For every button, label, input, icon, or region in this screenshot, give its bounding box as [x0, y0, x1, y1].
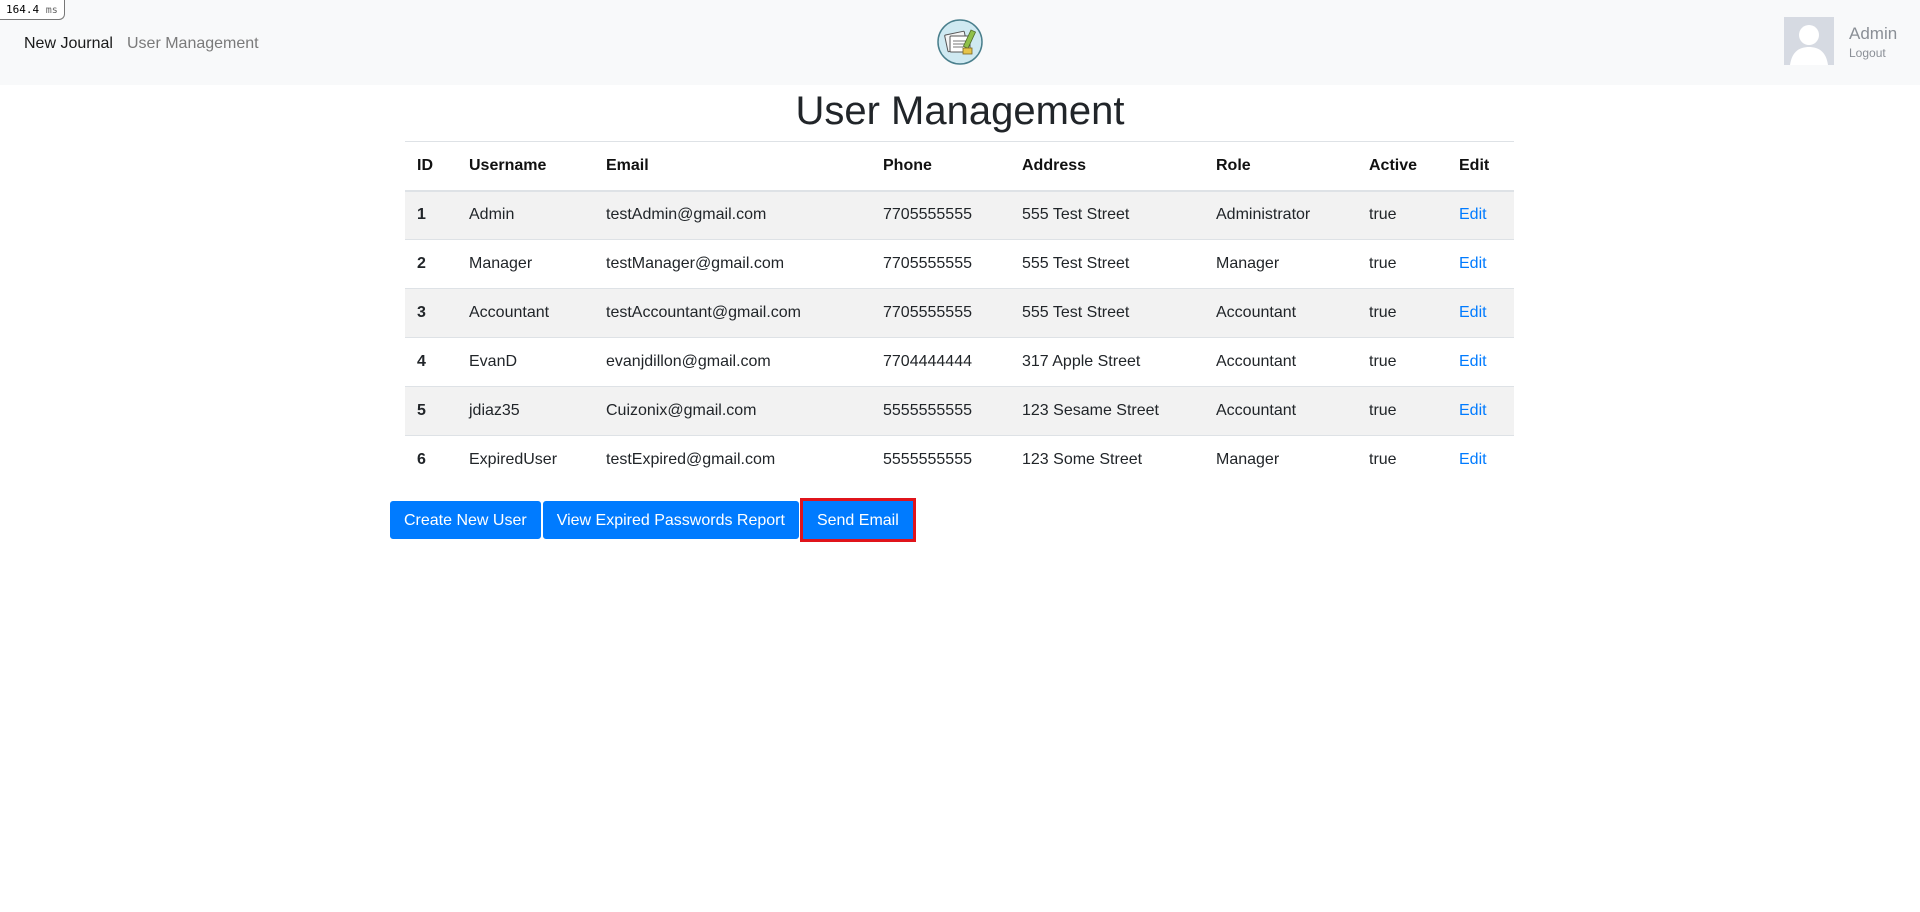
cell-role: Accountant [1216, 304, 1297, 321]
cell-email: testManager@gmail.com [606, 255, 785, 272]
column-header-phone: Phone [883, 156, 932, 174]
cell-username: Manager [469, 255, 533, 272]
cell-username: Admin [469, 206, 515, 224]
users-table: ID Username Email Phone Address Role Act… [405, 141, 1514, 485]
avatar[interactable] [1784, 17, 1834, 65]
cell-username: jdiaz35 [469, 402, 520, 419]
column-header-username: Username [469, 156, 547, 174]
cell-role: Accountant [1216, 353, 1297, 370]
cell-username: EvanD [469, 353, 518, 370]
cell-email: testAdmin@gmail.com [606, 206, 767, 224]
logout-link[interactable]: Logout [1849, 46, 1886, 60]
cell-active: true [1369, 255, 1397, 272]
edit-link[interactable]: Edit [1447, 240, 1514, 289]
journal-logo-icon[interactable] [937, 19, 983, 65]
table-row: 3 Accountant testAccountant@gmail.com 77… [405, 288, 1514, 338]
current-user-name: Admin [1849, 24, 1898, 43]
cell-role: Manager [1216, 451, 1280, 469]
performance-value: 164.4 [6, 3, 40, 16]
cell-active: true [1369, 206, 1397, 224]
cell-phone: 5555555555 [883, 451, 972, 469]
table-row: 2 Manager testManager@gmail.com 77055555… [405, 239, 1514, 289]
view-expired-passwords-report-button[interactable]: View Expired Passwords Report [542, 501, 799, 539]
cell-role: Accountant [1216, 402, 1297, 419]
cell-phone: 7705555555 [883, 304, 972, 321]
cell-phone: 7704444444 [883, 353, 972, 370]
cell-role: Administrator [1216, 206, 1311, 224]
table-row: 6 ExpiredUser testExpired@gmail.com 5555… [405, 435, 1514, 485]
cell-id: 3 [417, 304, 426, 321]
column-header-role: Role [1216, 156, 1251, 174]
action-buttons: Create New User View Expired Passwords R… [390, 498, 916, 542]
performance-unit: ms [45, 5, 58, 16]
top-navbar: New Journal User Management Admin Logout [0, 0, 1920, 85]
column-header-active: Active [1369, 156, 1418, 174]
column-header-address: Address [1022, 156, 1087, 174]
column-header-email: Email [606, 156, 649, 174]
send-email-button[interactable]: Send Email [799, 498, 916, 542]
avatar-placeholder-icon [1784, 17, 1834, 65]
cell-phone: 7705555555 [883, 206, 972, 224]
nav-link-user-management[interactable]: User Management [127, 34, 259, 54]
cell-username: ExpiredUser [469, 451, 558, 469]
nav-link-new-journal[interactable]: New Journal [24, 34, 113, 54]
cell-address: 123 Some Street [1022, 451, 1143, 469]
cell-phone: 5555555555 [883, 402, 972, 419]
cell-username: Accountant [469, 304, 550, 321]
table-row: 1 Admin testAdmin@gmail.com 7705555555 5… [405, 190, 1514, 240]
cell-id: 5 [417, 402, 426, 419]
cell-address: 555 Test Street [1022, 206, 1130, 224]
create-new-user-button[interactable]: Create New User [390, 501, 541, 539]
edit-link[interactable]: Edit [1447, 191, 1514, 240]
cell-id: 1 [417, 206, 426, 224]
table-header-row: ID Username Email Phone Address Role Act… [405, 141, 1514, 191]
cell-id: 2 [417, 255, 426, 272]
edit-link[interactable]: Edit [1447, 289, 1514, 338]
cell-email: evanjdillon@gmail.com [606, 353, 771, 370]
cell-role: Manager [1216, 255, 1280, 272]
cell-active: true [1369, 304, 1397, 321]
cell-active: true [1369, 451, 1397, 469]
edit-link[interactable]: Edit [1447, 387, 1514, 436]
cell-active: true [1369, 353, 1397, 370]
cell-email: testExpired@gmail.com [606, 451, 776, 469]
performance-badge: 164.4 ms [0, 0, 65, 20]
cell-email: testAccountant@gmail.com [606, 304, 801, 321]
edit-link[interactable]: Edit [1447, 338, 1514, 387]
cell-address: 317 Apple Street [1022, 353, 1141, 370]
cell-id: 6 [417, 451, 426, 469]
table-row: 4 EvanD evanjdillon@gmail.com 7704444444… [405, 337, 1514, 387]
cell-active: true [1369, 402, 1397, 419]
column-header-edit: Edit [1459, 156, 1490, 174]
table-row: 5 jdiaz35 Cuizonix@gmail.com 5555555555 … [405, 386, 1514, 436]
cell-phone: 7705555555 [883, 255, 972, 272]
cell-email: Cuizonix@gmail.com [606, 402, 757, 419]
cell-address: 123 Sesame Street [1022, 402, 1159, 419]
edit-link[interactable]: Edit [1447, 436, 1514, 485]
column-header-id: ID [417, 156, 433, 174]
cell-id: 4 [417, 353, 426, 370]
page-title: User Management [795, 89, 1125, 133]
cell-address: 555 Test Street [1022, 255, 1130, 272]
cell-address: 555 Test Street [1022, 304, 1130, 321]
